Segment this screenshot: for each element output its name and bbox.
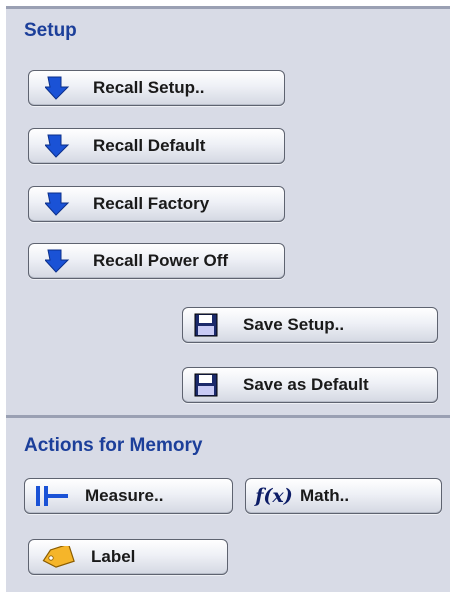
recall-factory-label: Recall Factory xyxy=(93,194,210,213)
save-as-default-button[interactable]: Save as Default xyxy=(182,367,438,403)
save-setup-button[interactable]: Save Setup.. xyxy=(182,307,438,343)
recall-arrow-icon xyxy=(41,248,75,274)
recall-arrow-icon xyxy=(41,133,75,159)
measure-label: Measure.. xyxy=(85,486,164,505)
measure-cursor-icon xyxy=(31,484,71,508)
recall-setup-button[interactable]: Recall Setup.. xyxy=(28,70,285,106)
floppy-disk-icon xyxy=(191,313,221,337)
label-label: Label xyxy=(91,547,136,566)
recall-arrow-icon xyxy=(41,191,75,217)
math-function-icon: f(x) xyxy=(255,485,293,507)
memory-section-title: Actions for Memory xyxy=(24,435,203,456)
math-label: Math.. xyxy=(300,486,350,505)
setup-panel: Setup Recall Setup.. Recall Default Reca… xyxy=(6,6,450,592)
recall-default-button[interactable]: Recall Default xyxy=(28,128,285,164)
save-as-default-label: Save as Default xyxy=(243,375,369,394)
label-button[interactable]: Label xyxy=(28,539,228,575)
floppy-disk-icon xyxy=(191,373,221,397)
recall-arrow-icon xyxy=(41,75,75,101)
math-button[interactable]: f(x) Math.. xyxy=(245,478,442,514)
recall-factory-button[interactable]: Recall Factory xyxy=(28,186,285,222)
recall-default-label: Recall Default xyxy=(93,136,206,155)
save-setup-label: Save Setup.. xyxy=(243,315,345,334)
tag-icon xyxy=(39,546,77,568)
recall-setup-label: Recall Setup.. xyxy=(93,78,205,97)
section-divider xyxy=(6,415,450,418)
measure-button[interactable]: Measure.. xyxy=(24,478,233,514)
recall-power-off-label: Recall Power Off xyxy=(93,251,229,270)
recall-power-off-button[interactable]: Recall Power Off xyxy=(28,243,285,279)
setup-section-title: Setup xyxy=(24,20,77,41)
